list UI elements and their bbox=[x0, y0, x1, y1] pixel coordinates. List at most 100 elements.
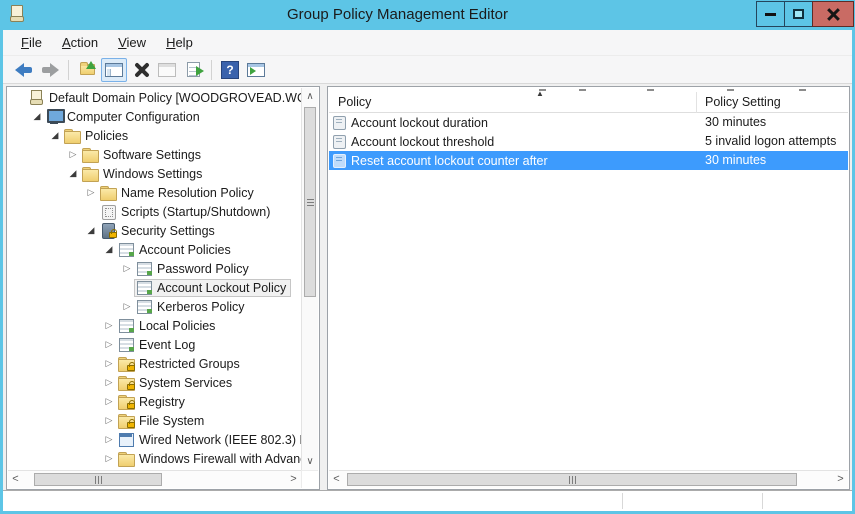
expand-toggle-icon[interactable]: ▷ bbox=[66, 145, 80, 164]
new-window-button[interactable] bbox=[244, 58, 268, 82]
tree-item-software-settings[interactable]: ▷ Software Settings bbox=[8, 145, 301, 164]
show-console-tree-button[interactable] bbox=[101, 58, 127, 82]
tree-item-name-resolution-policy[interactable]: ▷ Name Resolution Policy bbox=[8, 183, 301, 202]
column-headers: Policy ▲ Policy Setting bbox=[329, 92, 848, 113]
tree-item-computer-configuration[interactable]: ◢ Computer Configuration bbox=[8, 107, 301, 126]
policy-setting-value: 30 minutes bbox=[705, 151, 766, 170]
tree-item-system-services[interactable]: ▷ System Services bbox=[8, 373, 301, 392]
expand-toggle-icon[interactable]: ▷ bbox=[102, 411, 116, 430]
collapse-toggle-icon[interactable]: ◢ bbox=[84, 221, 98, 240]
collapse-toggle-icon[interactable]: ◢ bbox=[30, 107, 44, 126]
expand-toggle-icon[interactable]: ▷ bbox=[102, 316, 116, 335]
expand-toggle-icon[interactable]: ▷ bbox=[102, 430, 116, 449]
expand-toggle-icon[interactable]: ▷ bbox=[102, 335, 116, 354]
back-button[interactable] bbox=[12, 58, 36, 82]
details-horizontal-scrollbar[interactable]: < > bbox=[329, 470, 848, 488]
policy-group-icon bbox=[118, 337, 135, 352]
collapse-toggle-icon[interactable]: ◢ bbox=[102, 240, 116, 259]
scroll-down-arrow-icon[interactable]: ∨ bbox=[302, 453, 318, 470]
clipped-text-fragment bbox=[799, 89, 806, 91]
tree-horizontal-scrollbar[interactable]: < > bbox=[8, 470, 301, 488]
folder-lock-icon bbox=[118, 356, 135, 371]
expand-toggle-icon[interactable]: ▷ bbox=[102, 392, 116, 411]
expand-toggle-icon[interactable]: ▷ bbox=[120, 297, 134, 316]
title-bar[interactable]: Group Policy Management Editor bbox=[0, 0, 855, 30]
forward-arrow-icon bbox=[41, 63, 59, 77]
scroll-left-arrow-icon[interactable]: < bbox=[329, 471, 344, 488]
expand-toggle-icon[interactable]: ▷ bbox=[102, 354, 116, 373]
tree-item-scripts[interactable]: Scripts (Startup/Shutdown) bbox=[8, 202, 301, 221]
help-button[interactable]: ? bbox=[218, 58, 242, 82]
policy-column-header[interactable]: Policy bbox=[338, 95, 371, 109]
policy-setting-icon bbox=[332, 116, 347, 129]
policy-setting-column-header[interactable]: Policy Setting bbox=[705, 95, 781, 109]
toolbar-separator bbox=[211, 60, 212, 80]
delete-button[interactable] bbox=[129, 58, 153, 82]
details-pane: Policy ▲ Policy Setting Account lockout … bbox=[327, 86, 850, 490]
tree-item-restricted-groups[interactable]: ▷ Restricted Groups bbox=[8, 354, 301, 373]
policy-row-reset-account-lockout-counter[interactable]: Reset account lockout counter after 30 m… bbox=[329, 151, 848, 170]
help-icon: ? bbox=[221, 61, 239, 79]
menu-file[interactable]: File bbox=[13, 32, 50, 53]
group-policy-management-editor-window: Group Policy Management Editor File Acti… bbox=[0, 0, 855, 514]
expand-toggle-icon[interactable]: ▷ bbox=[120, 259, 134, 278]
console-tree: Default Domain Policy [WOODGROVEAD.WOOD … bbox=[8, 88, 301, 470]
tree-item-registry[interactable]: ▷ Registry bbox=[8, 392, 301, 411]
network-icon bbox=[118, 432, 135, 447]
tree-item-default-domain-policy[interactable]: Default Domain Policy [WOODGROVEAD.WOOD bbox=[8, 88, 301, 107]
export-list-button[interactable] bbox=[181, 58, 205, 82]
tree-item-wired-network[interactable]: ▷ Wired Network (IEEE 802.3) Po bbox=[8, 430, 301, 449]
computer-icon bbox=[46, 109, 63, 124]
scroll-up-arrow-icon[interactable]: ∧ bbox=[302, 88, 318, 105]
maximize-button[interactable] bbox=[784, 1, 813, 27]
column-divider[interactable] bbox=[696, 92, 697, 113]
policy-setting-icon bbox=[332, 154, 347, 167]
horizontal-scrollbar-thumb[interactable] bbox=[34, 473, 162, 486]
horizontal-scrollbar-thumb[interactable] bbox=[347, 473, 797, 486]
policy-row-account-lockout-duration[interactable]: Account lockout duration 30 minutes bbox=[329, 113, 848, 132]
properties-button[interactable] bbox=[155, 58, 179, 82]
policy-group-icon bbox=[118, 318, 135, 333]
tree-item-password-policy[interactable]: ▷ Password Policy bbox=[8, 259, 301, 278]
tree-item-label: Name Resolution Policy bbox=[120, 186, 254, 200]
toolbar: ? bbox=[3, 56, 852, 84]
policy-row-account-lockout-threshold[interactable]: Account lockout threshold 5 invalid logo… bbox=[329, 132, 848, 151]
scroll-right-arrow-icon[interactable]: > bbox=[833, 471, 848, 488]
tree-item-policies[interactable]: ◢ Policies bbox=[8, 126, 301, 145]
gpo-scroll-icon bbox=[10, 5, 23, 23]
tree-item-account-policies[interactable]: ◢ Account Policies bbox=[8, 240, 301, 259]
minimize-button[interactable] bbox=[756, 1, 785, 27]
tree-item-security-settings[interactable]: ◢ Security Settings bbox=[8, 221, 301, 240]
tree-item-kerberos-policy[interactable]: ▷ Kerberos Policy bbox=[8, 297, 301, 316]
up-one-level-button[interactable] bbox=[75, 58, 99, 82]
scroll-left-arrow-icon[interactable]: < bbox=[8, 471, 23, 488]
tree-item-windows-settings[interactable]: ◢ Windows Settings bbox=[8, 164, 301, 183]
new-window-icon bbox=[247, 63, 265, 77]
folder-lock-icon bbox=[118, 394, 135, 409]
pane-splitter[interactable] bbox=[320, 86, 327, 490]
tree-item-label: Kerberos Policy bbox=[156, 300, 245, 314]
expand-toggle-icon[interactable]: ▷ bbox=[102, 449, 116, 468]
back-arrow-icon bbox=[15, 63, 33, 77]
tree-item-local-policies[interactable]: ▷ Local Policies bbox=[8, 316, 301, 335]
collapse-toggle-icon[interactable]: ◢ bbox=[48, 126, 62, 145]
menu-action[interactable]: Action bbox=[54, 32, 106, 53]
tree-vertical-scrollbar[interactable]: ∧ ∨ bbox=[301, 88, 318, 470]
forward-button[interactable] bbox=[38, 58, 62, 82]
expand-toggle-icon[interactable]: ▷ bbox=[102, 373, 116, 392]
vertical-scrollbar-thumb[interactable] bbox=[304, 107, 316, 297]
tree-item-event-log[interactable]: ▷ Event Log bbox=[8, 335, 301, 354]
expand-toggle-icon[interactable]: ▷ bbox=[84, 183, 98, 202]
menu-view[interactable]: View bbox=[110, 32, 154, 53]
tree-item-windows-firewall[interactable]: ▷ Windows Firewall with Advanc bbox=[8, 449, 301, 468]
collapse-toggle-icon[interactable]: ◢ bbox=[66, 164, 80, 183]
tree-item-account-lockout-policy[interactable]: Account Lockout Policy bbox=[8, 278, 301, 297]
tree-item-file-system[interactable]: ▷ File System bbox=[8, 411, 301, 430]
tree-item-label: File System bbox=[138, 414, 204, 428]
close-button[interactable] bbox=[812, 1, 854, 27]
menu-help[interactable]: Help bbox=[158, 32, 201, 53]
delete-x-icon bbox=[133, 62, 149, 78]
folder-icon bbox=[64, 128, 81, 143]
scroll-right-arrow-icon[interactable]: > bbox=[286, 471, 301, 488]
policy-name: Account lockout duration bbox=[351, 116, 488, 130]
